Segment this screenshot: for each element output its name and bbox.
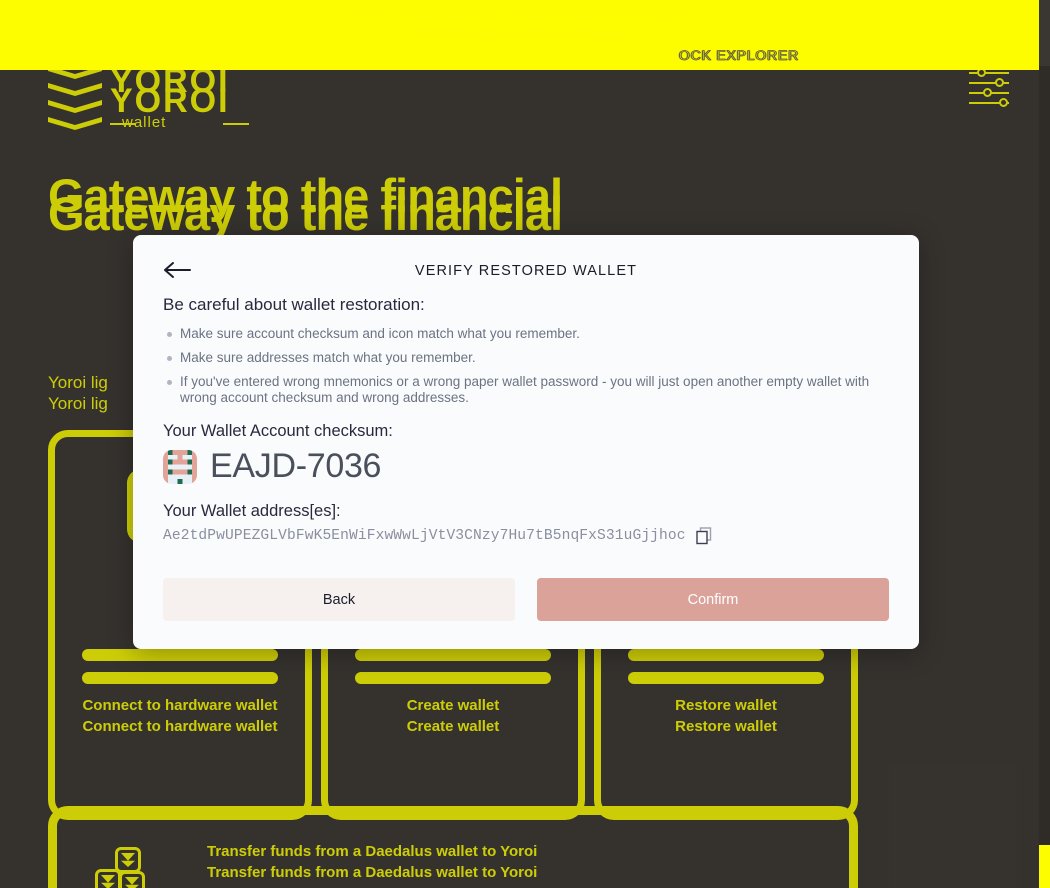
warning-list: Make sure account checksum and icon matc… bbox=[163, 326, 889, 406]
wallet-address: Ae2tdPwUPEZGLVbFwK5EnWiFxwWwLjVtV3CNzy7H… bbox=[163, 528, 686, 544]
confirm-button[interactable]: Confirm bbox=[537, 578, 889, 621]
page-scrollbar-track[interactable] bbox=[1039, 66, 1050, 888]
promo-banner-link[interactable]: here bbox=[597, 26, 623, 40]
back-button[interactable]: Back bbox=[163, 578, 515, 621]
wallet-identicon bbox=[163, 449, 197, 484]
checksum-label: Your Wallet Account checksum: bbox=[163, 422, 393, 440]
address-row: Ae2tdPwUPEZGLVbFwK5EnWiFxwWwLjVtV3CNzy7H… bbox=[163, 527, 889, 545]
warning-item: Make sure account checksum and icon matc… bbox=[163, 326, 889, 342]
dialog-title: VERIFY RESTORED WALLET bbox=[414, 263, 638, 279]
warning-item: If you've entered wrong mnemonics or a w… bbox=[163, 374, 889, 406]
dialog-header: VERIFY RESTORED WALLET bbox=[133, 235, 919, 295]
dialog-body: Be careful about wallet restoration: Mak… bbox=[163, 295, 889, 545]
warning-item: Make sure addresses match what you remem… bbox=[163, 350, 889, 366]
address-label: Your Wallet address[es]: bbox=[163, 502, 341, 520]
promo-banner: Yoroi is now available in the new Emurgo… bbox=[0, 0, 1039, 70]
promo-banner-line-2: Check the latest updates here here bbox=[415, 26, 624, 40]
verify-restored-wallet-dialog: VERIFY RESTORED WALLET Be careful about … bbox=[133, 235, 919, 649]
checksum-value: EAJD-7036 bbox=[210, 447, 382, 485]
dialog-actions: Back Confirm bbox=[163, 578, 889, 621]
app-root: YOROI YOROI wallet Gateway to the financ… bbox=[0, 0, 1050, 888]
checksum-row: EAJD-7036 bbox=[163, 447, 889, 486]
promo-banner-line-1: Yoroi is now available in the new Emurgo… bbox=[353, 8, 686, 22]
block-explorer-label[interactable]: OCK EXPLORER bbox=[679, 47, 799, 64]
page-scrollbar-thumb[interactable] bbox=[1039, 845, 1050, 888]
copy-icon[interactable] bbox=[695, 527, 712, 545]
warning-title: Be careful about wallet restoration: bbox=[163, 295, 425, 314]
